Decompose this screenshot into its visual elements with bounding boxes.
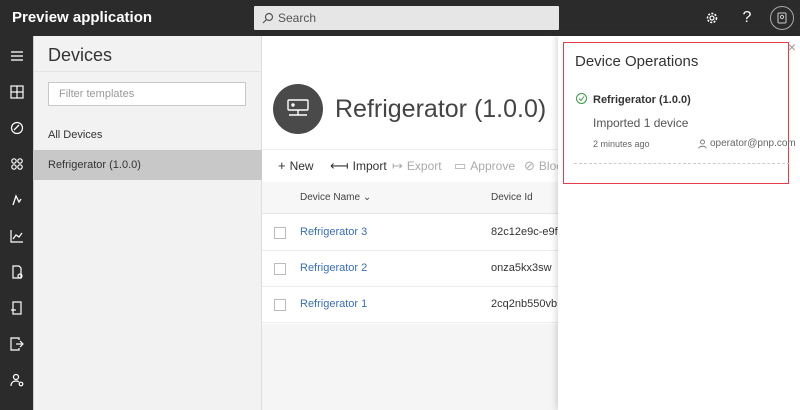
- operation-message: Imported 1 device: [593, 116, 689, 130]
- device-link[interactable]: Refrigerator 2: [300, 262, 367, 274]
- highlight-box: Device Operations Refrigerator (1.0.0) I…: [563, 42, 796, 184]
- operation-user-email: operator@pnp.com: [710, 138, 796, 149]
- filter-templates-input[interactable]: [48, 82, 246, 106]
- export-button[interactable]: ↦ Export: [392, 158, 442, 174]
- device-id: 82c12e9c-e9f3: [491, 226, 564, 238]
- data-export-icon[interactable]: [0, 326, 34, 362]
- divider: [574, 163, 790, 164]
- export-icon: ↦: [392, 158, 403, 173]
- device-template-title: Refrigerator (1.0.0): [335, 95, 547, 123]
- row-checkbox[interactable]: [274, 299, 286, 311]
- template-item-refrigerator[interactable]: Refrigerator (1.0.0): [34, 150, 262, 180]
- app-title: Preview application: [12, 9, 153, 26]
- page-title: Devices: [48, 45, 113, 65]
- device-templates-icon[interactable]: [0, 146, 34, 182]
- device-link[interactable]: Refrigerator 1: [300, 298, 367, 310]
- navigation-rail: [0, 36, 34, 410]
- device-operations-panel: × Device Operations Refrigerator (1.0.0)…: [558, 36, 800, 410]
- template-item-all-devices[interactable]: All Devices: [34, 120, 262, 150]
- device-id: 2cq2nb550vb: [491, 298, 558, 310]
- close-icon[interactable]: ×: [788, 39, 796, 55]
- search-icon: [262, 12, 274, 24]
- approve-button[interactable]: ▭ Approve: [454, 158, 515, 174]
- table-row: Refrigerator 1 2cq2nb550vb: [262, 287, 558, 323]
- device-connection-icon[interactable]: [0, 290, 34, 326]
- user-avatar-icon[interactable]: [770, 6, 794, 30]
- search-box[interactable]: Search: [254, 6, 559, 30]
- import-button[interactable]: ⟻ Import: [330, 158, 387, 174]
- search-placeholder: Search: [278, 11, 317, 25]
- help-icon[interactable]: ?: [735, 6, 759, 30]
- device-explorer-icon[interactable]: [0, 110, 34, 146]
- row-checkbox[interactable]: [274, 263, 286, 275]
- command-bar: +New ⟻Import ↦Export ▭Approve ⊘Bloc: [262, 149, 558, 179]
- operations-title: Device Operations: [575, 53, 699, 70]
- templates-panel: Devices All Devices Refrigerator (1.0.0): [34, 36, 262, 410]
- approve-label: Approve: [470, 159, 515, 173]
- new-label: New: [289, 158, 314, 173]
- administration-icon[interactable]: [0, 362, 34, 398]
- column-label: Device Name: [300, 192, 361, 203]
- top-bar: Preview application Search ?: [0, 0, 800, 36]
- rules-icon[interactable]: [0, 182, 34, 218]
- analytics-icon[interactable]: [0, 218, 34, 254]
- block-label: Bloc: [538, 159, 558, 173]
- plus-icon: +: [278, 158, 286, 173]
- table-row: Refrigerator 3 82c12e9c-e9f3: [262, 215, 564, 251]
- dashboard-icon[interactable]: [0, 74, 34, 110]
- column-header-device-id[interactable]: Device Id: [491, 192, 533, 203]
- empty-area: [262, 324, 558, 410]
- table-header: Device Name ⌄ Device Id: [262, 182, 558, 214]
- gear-icon[interactable]: [700, 6, 724, 30]
- row-checkbox[interactable]: [274, 227, 286, 239]
- device-template-icon: [273, 84, 323, 134]
- table-row: Refrigerator 2 onza5kx3sw: [262, 251, 558, 287]
- block-button[interactable]: ⊘Bloc: [524, 158, 558, 174]
- operation-device-name: Refrigerator (1.0.0): [593, 94, 691, 106]
- new-button[interactable]: + New: [278, 158, 314, 173]
- import-label: Import: [352, 159, 387, 173]
- device-list-pane: Refrigerator (1.0.0) + New ⟻ Import ↦ Expor…: [262, 36, 564, 410]
- device-id: onza5kx3sw: [491, 262, 552, 274]
- import-icon: ⟻: [330, 158, 349, 173]
- jobs-icon[interactable]: [0, 254, 34, 290]
- operation-timestamp: 2 minutes ago: [593, 139, 650, 149]
- column-header-device-name[interactable]: Device Name ⌄: [300, 192, 371, 203]
- person-icon: [698, 139, 707, 149]
- divider: [34, 71, 262, 72]
- chevron-down-icon: ⌄: [362, 192, 372, 203]
- export-label: Export: [406, 159, 442, 173]
- approve-icon: ▭: [454, 158, 467, 173]
- check-circle-icon: [576, 93, 587, 104]
- device-link[interactable]: Refrigerator 3: [300, 226, 367, 238]
- hamburger-menu-icon[interactable]: [0, 38, 34, 74]
- block-icon: ⊘: [524, 158, 535, 173]
- operation-user: operator@pnp.com: [698, 138, 796, 149]
